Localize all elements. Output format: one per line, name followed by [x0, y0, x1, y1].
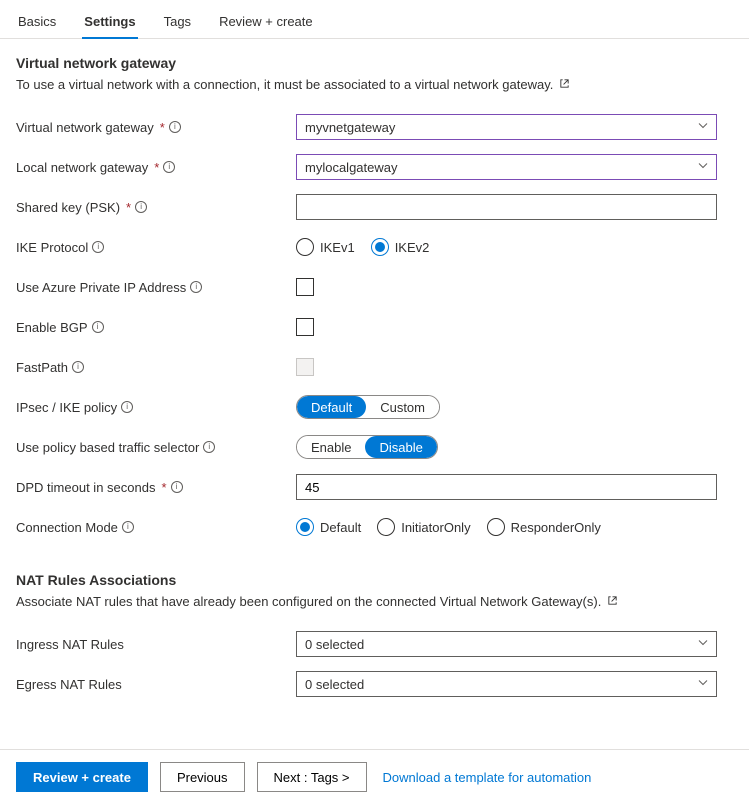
info-icon[interactable]: i	[92, 241, 104, 253]
radio-conn-default-label: Default	[320, 520, 361, 535]
toggle-policy-selector[interactable]: Enable Disable	[296, 435, 438, 459]
previous-button[interactable]: Previous	[160, 762, 245, 792]
label-egress-nat: Egress NAT Rules	[16, 677, 122, 692]
label-shared-key: Shared key (PSK)	[16, 200, 120, 215]
nat-title: NAT Rules Associations	[16, 572, 733, 588]
label-ingress-nat: Ingress NAT Rules	[16, 637, 124, 652]
radio-conn-initiator[interactable]: InitiatorOnly	[377, 518, 470, 536]
tab-review-create[interactable]: Review + create	[217, 8, 315, 39]
review-create-button[interactable]: Review + create	[16, 762, 148, 792]
label-dpd-timeout: DPD timeout in seconds	[16, 480, 155, 495]
egress-nat-value: 0 selected	[305, 677, 364, 692]
vng-desc: To use a virtual network with a connecti…	[16, 77, 733, 92]
radio-conn-responder-label: ResponderOnly	[511, 520, 601, 535]
nat-desc-text: Associate NAT rules that have already be…	[16, 594, 601, 609]
external-link-icon[interactable]	[607, 594, 618, 609]
info-icon[interactable]: i	[72, 361, 84, 373]
local-gateway-value: mylocalgateway	[305, 160, 398, 175]
local-gateway-select[interactable]: mylocalgateway	[296, 154, 717, 180]
section-nat-rules: NAT Rules Associations Associate NAT rul…	[0, 556, 749, 713]
radio-ikev2[interactable]: IKEv2	[371, 238, 430, 256]
vng-title: Virtual network gateway	[16, 55, 733, 71]
download-template-link[interactable]: Download a template for automation	[383, 770, 592, 785]
tab-basics[interactable]: Basics	[16, 8, 58, 39]
label-connection-mode: Connection Mode	[16, 520, 118, 535]
radio-conn-initiator-label: InitiatorOnly	[401, 520, 470, 535]
checkbox-enable-bgp[interactable]	[296, 318, 314, 336]
radio-conn-default[interactable]: Default	[296, 518, 361, 536]
radio-ikev1[interactable]: IKEv1	[296, 238, 355, 256]
egress-nat-select[interactable]: 0 selected	[296, 671, 717, 697]
radio-ikev1-label: IKEv1	[320, 240, 355, 255]
label-use-private-ip: Use Azure Private IP Address	[16, 280, 186, 295]
label-ipsec-policy: IPsec / IKE policy	[16, 400, 117, 415]
required-icon: *	[154, 160, 159, 175]
label-policy-selector: Use policy based traffic selector	[16, 440, 199, 455]
pill-enable[interactable]: Enable	[297, 436, 365, 458]
toggle-ipsec-policy[interactable]: Default Custom	[296, 395, 440, 419]
tab-tags[interactable]: Tags	[162, 8, 193, 39]
ingress-nat-select[interactable]: 0 selected	[296, 631, 717, 657]
pill-disable[interactable]: Disable	[365, 436, 436, 458]
shared-key-input[interactable]	[296, 194, 717, 220]
next-button[interactable]: Next : Tags >	[257, 762, 367, 792]
label-fastpath: FastPath	[16, 360, 68, 375]
vnet-gateway-select[interactable]: myvnetgateway	[296, 114, 717, 140]
tab-settings[interactable]: Settings	[82, 8, 137, 39]
info-icon[interactable]: i	[92, 321, 104, 333]
label-local-gateway: Local network gateway	[16, 160, 148, 175]
footer-bar: Review + create Previous Next : Tags > D…	[0, 749, 749, 804]
info-icon[interactable]: i	[203, 441, 215, 453]
dpd-timeout-input[interactable]	[296, 474, 717, 500]
tab-bar: Basics Settings Tags Review + create	[0, 0, 749, 39]
external-link-icon[interactable]	[559, 77, 570, 92]
nat-desc: Associate NAT rules that have already be…	[16, 594, 733, 609]
info-icon[interactable]: i	[121, 401, 133, 413]
required-icon: *	[126, 200, 131, 215]
checkbox-use-private-ip[interactable]	[296, 278, 314, 296]
info-icon[interactable]: i	[122, 521, 134, 533]
radio-conn-responder[interactable]: ResponderOnly	[487, 518, 601, 536]
required-icon: *	[161, 480, 166, 495]
label-ike-protocol: IKE Protocol	[16, 240, 88, 255]
info-icon[interactable]: i	[163, 161, 175, 173]
vng-desc-text: To use a virtual network with a connecti…	[16, 77, 553, 92]
pill-custom[interactable]: Custom	[366, 396, 439, 418]
ingress-nat-value: 0 selected	[305, 637, 364, 652]
required-icon: *	[160, 120, 165, 135]
section-virtual-network-gateway: Virtual network gateway To use a virtual…	[0, 39, 749, 556]
label-enable-bgp: Enable BGP	[16, 320, 88, 335]
label-vnet-gateway: Virtual network gateway	[16, 120, 154, 135]
pill-default[interactable]: Default	[297, 396, 366, 418]
vnet-gateway-value: myvnetgateway	[305, 120, 395, 135]
info-icon[interactable]: i	[190, 281, 202, 293]
info-icon[interactable]: i	[135, 201, 147, 213]
info-icon[interactable]: i	[171, 481, 183, 493]
radio-ikev2-label: IKEv2	[395, 240, 430, 255]
info-icon[interactable]: i	[169, 121, 181, 133]
checkbox-fastpath	[296, 358, 314, 376]
